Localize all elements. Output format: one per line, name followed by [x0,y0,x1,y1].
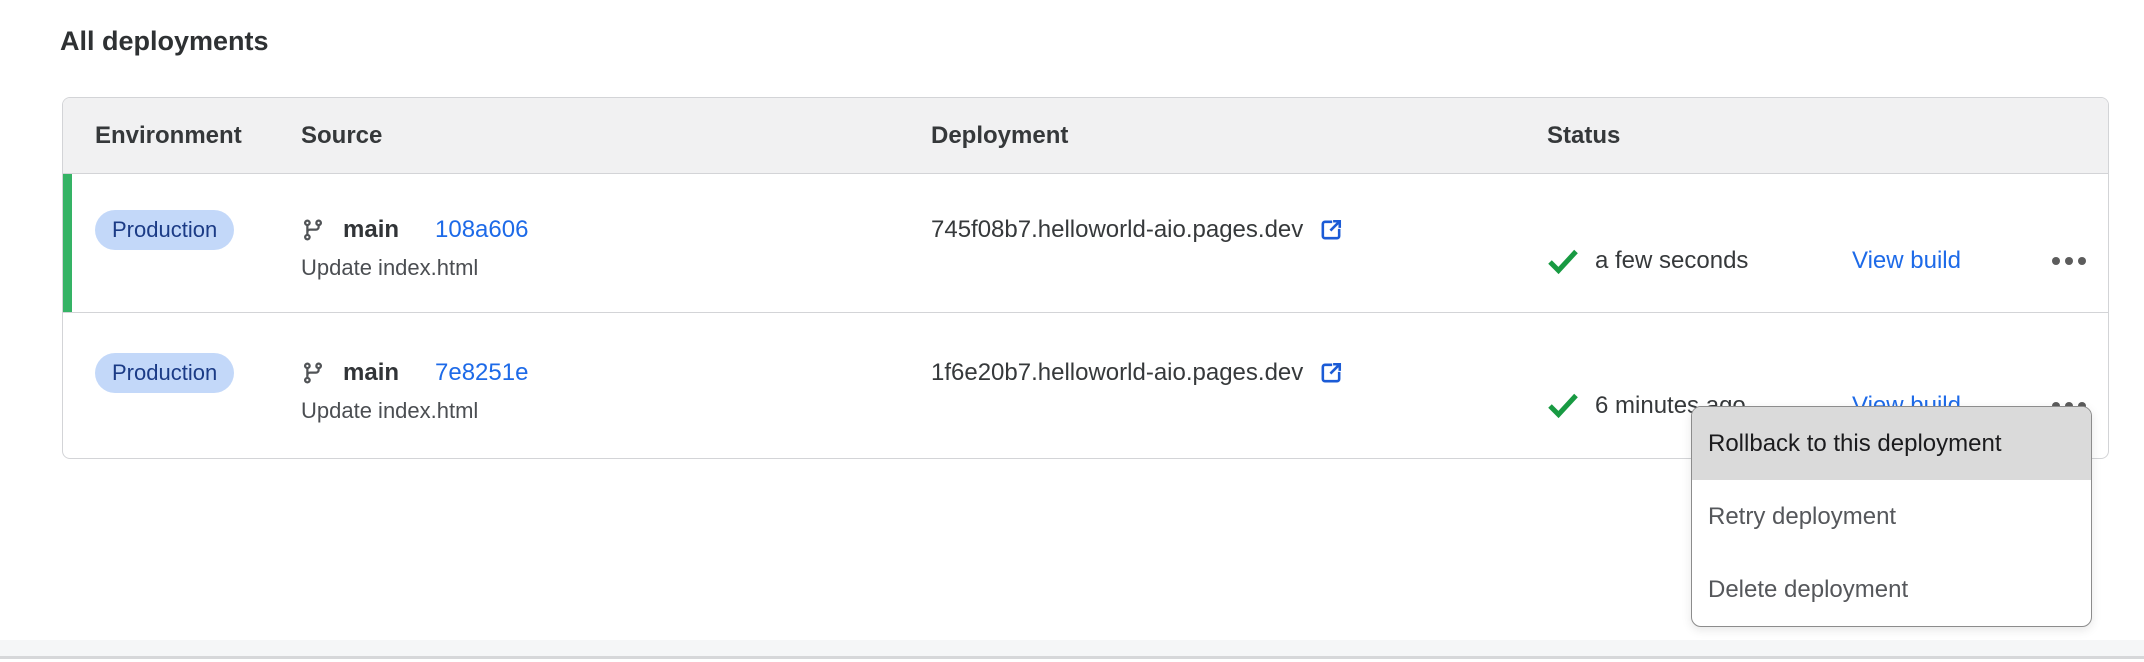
footer-divider [0,656,2144,659]
menu-item-rollback[interactable]: Rollback to this deployment [1692,407,2091,480]
row-actions-button[interactable] [2048,251,2090,271]
page-title: All deployments [60,26,269,57]
column-header-deployment: Deployment [931,122,1547,150]
commit-link[interactable]: 7e8251e [435,359,528,387]
table-header-row: Environment Source Deployment Status [63,98,2108,174]
branch-name: main [343,216,399,244]
deployments-table: Environment Source Deployment Status Pro… [62,97,2109,459]
commit-link[interactable]: 108a606 [435,216,528,244]
external-link-icon[interactable] [1317,216,1345,244]
git-branch-icon [301,360,325,386]
current-deployment-indicator-bar [63,174,72,312]
menu-item-delete[interactable]: Delete deployment [1692,553,2091,626]
commit-message: Update index.html [301,397,931,425]
column-header-status: Status [1547,122,2108,150]
check-icon [1547,392,1579,419]
view-build-link[interactable]: View build [1852,247,1961,275]
branch-name: main [343,359,399,387]
menu-item-retry[interactable]: Retry deployment [1692,480,2091,553]
row-actions-menu: Rollback to this deployment Retry deploy… [1691,406,2092,627]
status-time: a few seconds [1595,247,1748,275]
deployment-url: 1f6e20b7.helloworld-aio.pages.dev [931,359,1303,387]
commit-message: Update index.html [301,254,931,282]
environment-badge: Production [95,353,234,393]
column-header-environment: Environment [63,122,301,150]
git-branch-icon [301,217,325,243]
deployment-row-current: Production main 108a606 Update index.htm… [63,174,2108,312]
environment-badge: Production [95,210,234,250]
column-header-source: Source [301,122,931,150]
deployment-url: 745f08b7.helloworld-aio.pages.dev [931,216,1303,244]
external-link-icon[interactable] [1317,359,1345,387]
check-icon [1547,248,1579,275]
footer-strip [0,640,2144,656]
